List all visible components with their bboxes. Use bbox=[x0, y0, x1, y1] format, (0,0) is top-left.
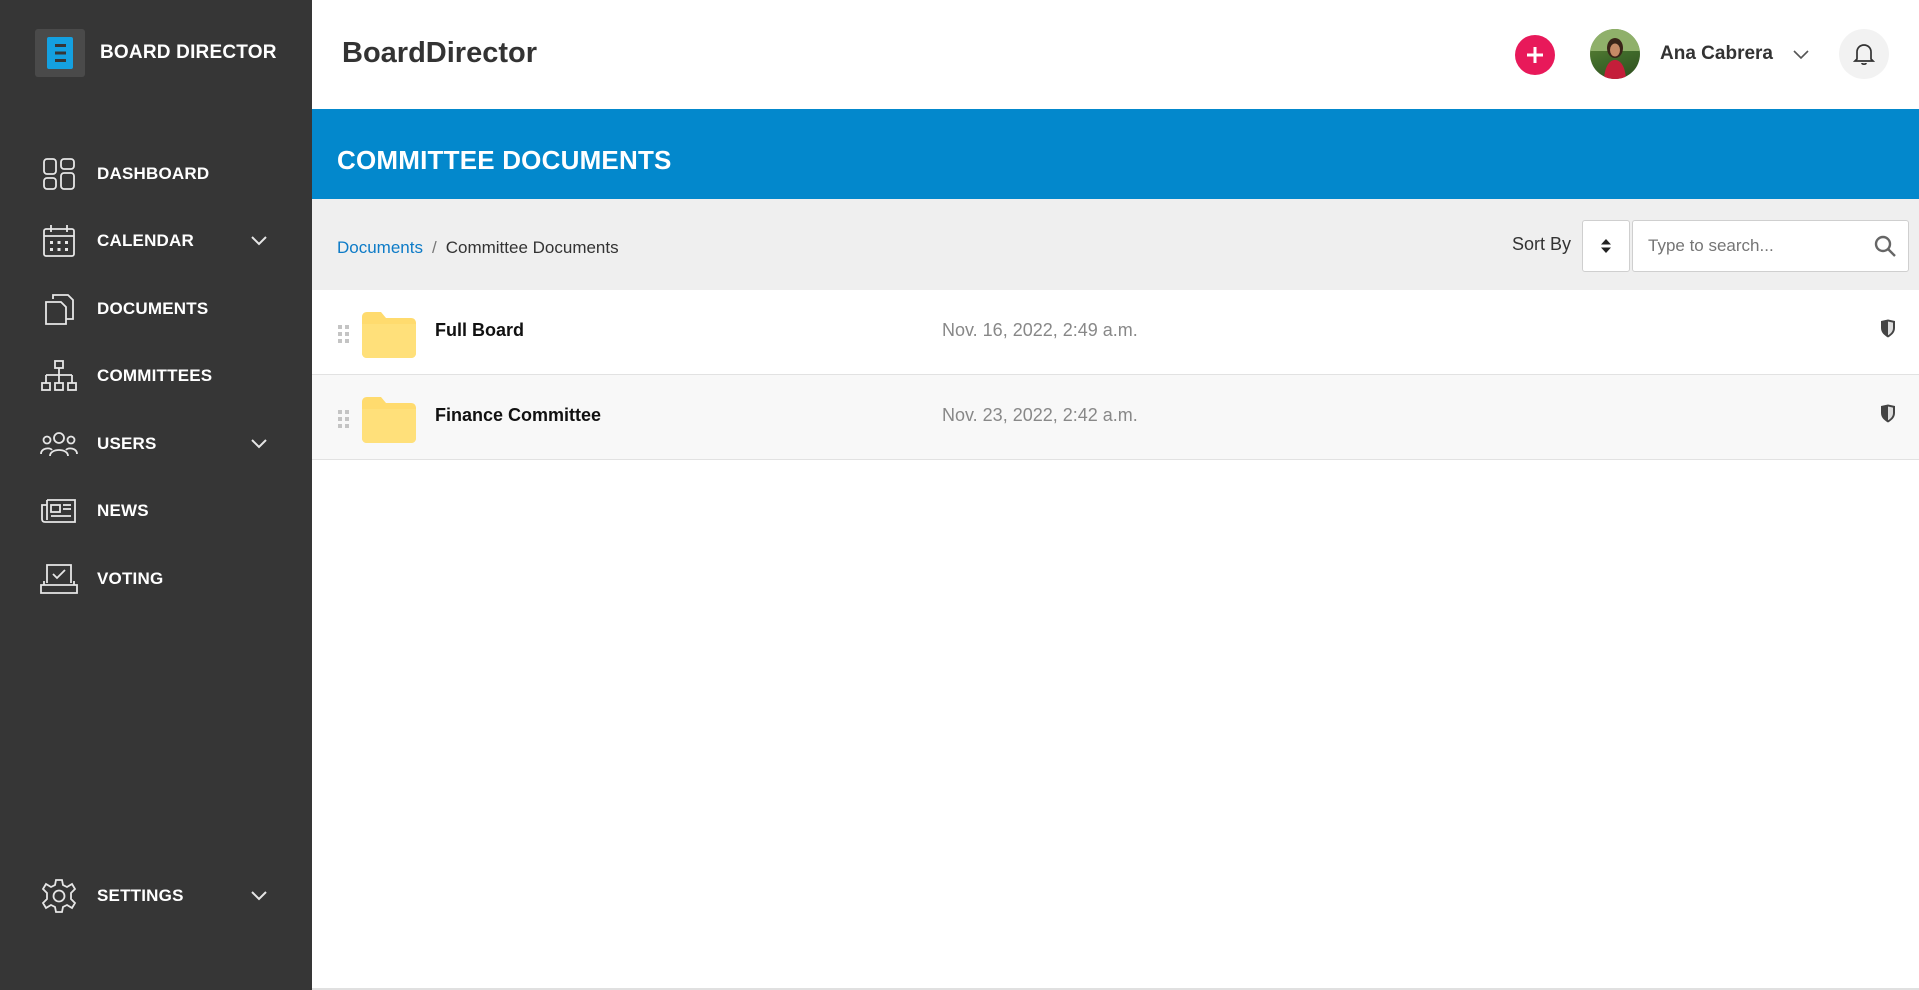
chevron-down-icon[interactable] bbox=[250, 887, 268, 905]
brand-logo-icon bbox=[35, 29, 85, 77]
list-item[interactable]: Finance Committee Nov. 23, 2022, 2:42 a.… bbox=[312, 375, 1919, 460]
voting-icon bbox=[40, 560, 78, 598]
document-name[interactable]: Full Board bbox=[435, 320, 524, 341]
sidebar-item-label: USERS bbox=[97, 433, 157, 453]
dashboard-icon bbox=[40, 155, 78, 193]
search-box bbox=[1632, 220, 1909, 272]
folder-icon bbox=[362, 312, 416, 358]
sidebar-item-label: NEWS bbox=[97, 501, 149, 521]
sidebar-item-label: SETTINGS bbox=[97, 885, 184, 905]
sidebar-item-label: DASHBOARD bbox=[97, 163, 210, 183]
breadcrumb-documents-link[interactable]: Documents bbox=[337, 238, 423, 258]
sidebar-item-label: VOTING bbox=[97, 568, 164, 588]
document-date: Nov. 23, 2022, 2:42 a.m. bbox=[942, 405, 1138, 425]
sidebar-nav: DASHBOARD CALENDAR DOCUMENTS COMMITTEES … bbox=[0, 140, 312, 613]
search-icon[interactable] bbox=[1873, 234, 1897, 258]
sidebar-item-documents[interactable]: DOCUMENTS bbox=[0, 275, 312, 343]
documents-icon bbox=[40, 290, 78, 328]
document-list: Full Board Nov. 16, 2022, 2:49 a.m. Fina… bbox=[312, 290, 1919, 460]
users-icon bbox=[40, 425, 78, 463]
breadcrumb: Documents / Committee Documents bbox=[337, 238, 619, 258]
sidebar-item-dashboard[interactable]: DASHBOARD bbox=[0, 140, 312, 208]
brand-name: BOARD DIRECTOR bbox=[100, 42, 277, 63]
gear-icon bbox=[40, 877, 78, 915]
drag-handle-icon[interactable] bbox=[337, 324, 351, 344]
sidebar-item-news[interactable]: NEWS bbox=[0, 478, 312, 546]
add-button[interactable] bbox=[1515, 35, 1555, 75]
page-title: COMMITTEE DOCUMENTS bbox=[337, 145, 672, 175]
sidebar-item-committees[interactable]: COMMITTEES bbox=[0, 343, 312, 411]
sidebar-item-voting[interactable]: VOTING bbox=[0, 545, 312, 613]
list-item[interactable]: Full Board Nov. 16, 2022, 2:49 a.m. bbox=[312, 290, 1919, 375]
top-bar: BoardDirector Ana Cabrera bbox=[312, 0, 1919, 109]
sidebar: BOARD DIRECTOR DASHBOARD CALENDAR DOCUME… bbox=[0, 0, 312, 990]
folder-icon bbox=[362, 397, 416, 443]
user-name[interactable]: Ana Cabrera bbox=[1660, 43, 1773, 65]
sort-label: Sort By bbox=[1512, 234, 1572, 254]
sort-button[interactable] bbox=[1582, 220, 1630, 272]
bell-icon bbox=[1853, 44, 1875, 65]
org-chart-icon bbox=[40, 357, 78, 395]
shield-icon[interactable] bbox=[1880, 404, 1896, 423]
chevron-down-icon[interactable] bbox=[250, 232, 268, 250]
brand[interactable]: BOARD DIRECTOR bbox=[35, 29, 277, 77]
avatar[interactable] bbox=[1590, 29, 1640, 79]
notifications-button[interactable] bbox=[1839, 29, 1889, 79]
sidebar-item-label: CALENDAR bbox=[97, 231, 194, 251]
toolbar: Documents / Committee Documents Sort By bbox=[312, 199, 1919, 290]
chevron-down-icon[interactable] bbox=[250, 435, 268, 453]
sidebar-item-label: DOCUMENTS bbox=[97, 298, 209, 318]
search-input[interactable] bbox=[1633, 221, 1858, 271]
app-title: BoardDirector bbox=[342, 37, 537, 69]
sidebar-item-calendar[interactable]: CALENDAR bbox=[0, 208, 312, 276]
page-banner: COMMITTEE DOCUMENTS bbox=[312, 109, 1919, 199]
breadcrumb-separator: / bbox=[431, 238, 437, 257]
drag-handle-icon[interactable] bbox=[337, 409, 351, 429]
sidebar-settings: SETTINGS bbox=[0, 862, 312, 930]
sidebar-item-users[interactable]: USERS bbox=[0, 410, 312, 478]
sort-icon bbox=[1601, 239, 1611, 253]
document-name[interactable]: Finance Committee bbox=[435, 405, 601, 426]
breadcrumb-current: Committee Documents bbox=[445, 238, 619, 257]
chevron-down-icon[interactable] bbox=[1791, 45, 1811, 63]
plus-icon bbox=[1527, 47, 1543, 63]
calendar-icon bbox=[40, 222, 78, 260]
newspaper-icon bbox=[40, 492, 78, 530]
sidebar-item-label: COMMITTEES bbox=[97, 366, 213, 386]
shield-icon[interactable] bbox=[1880, 319, 1896, 338]
sidebar-item-settings[interactable]: SETTINGS bbox=[0, 862, 312, 930]
document-date: Nov. 16, 2022, 2:49 a.m. bbox=[942, 320, 1138, 340]
